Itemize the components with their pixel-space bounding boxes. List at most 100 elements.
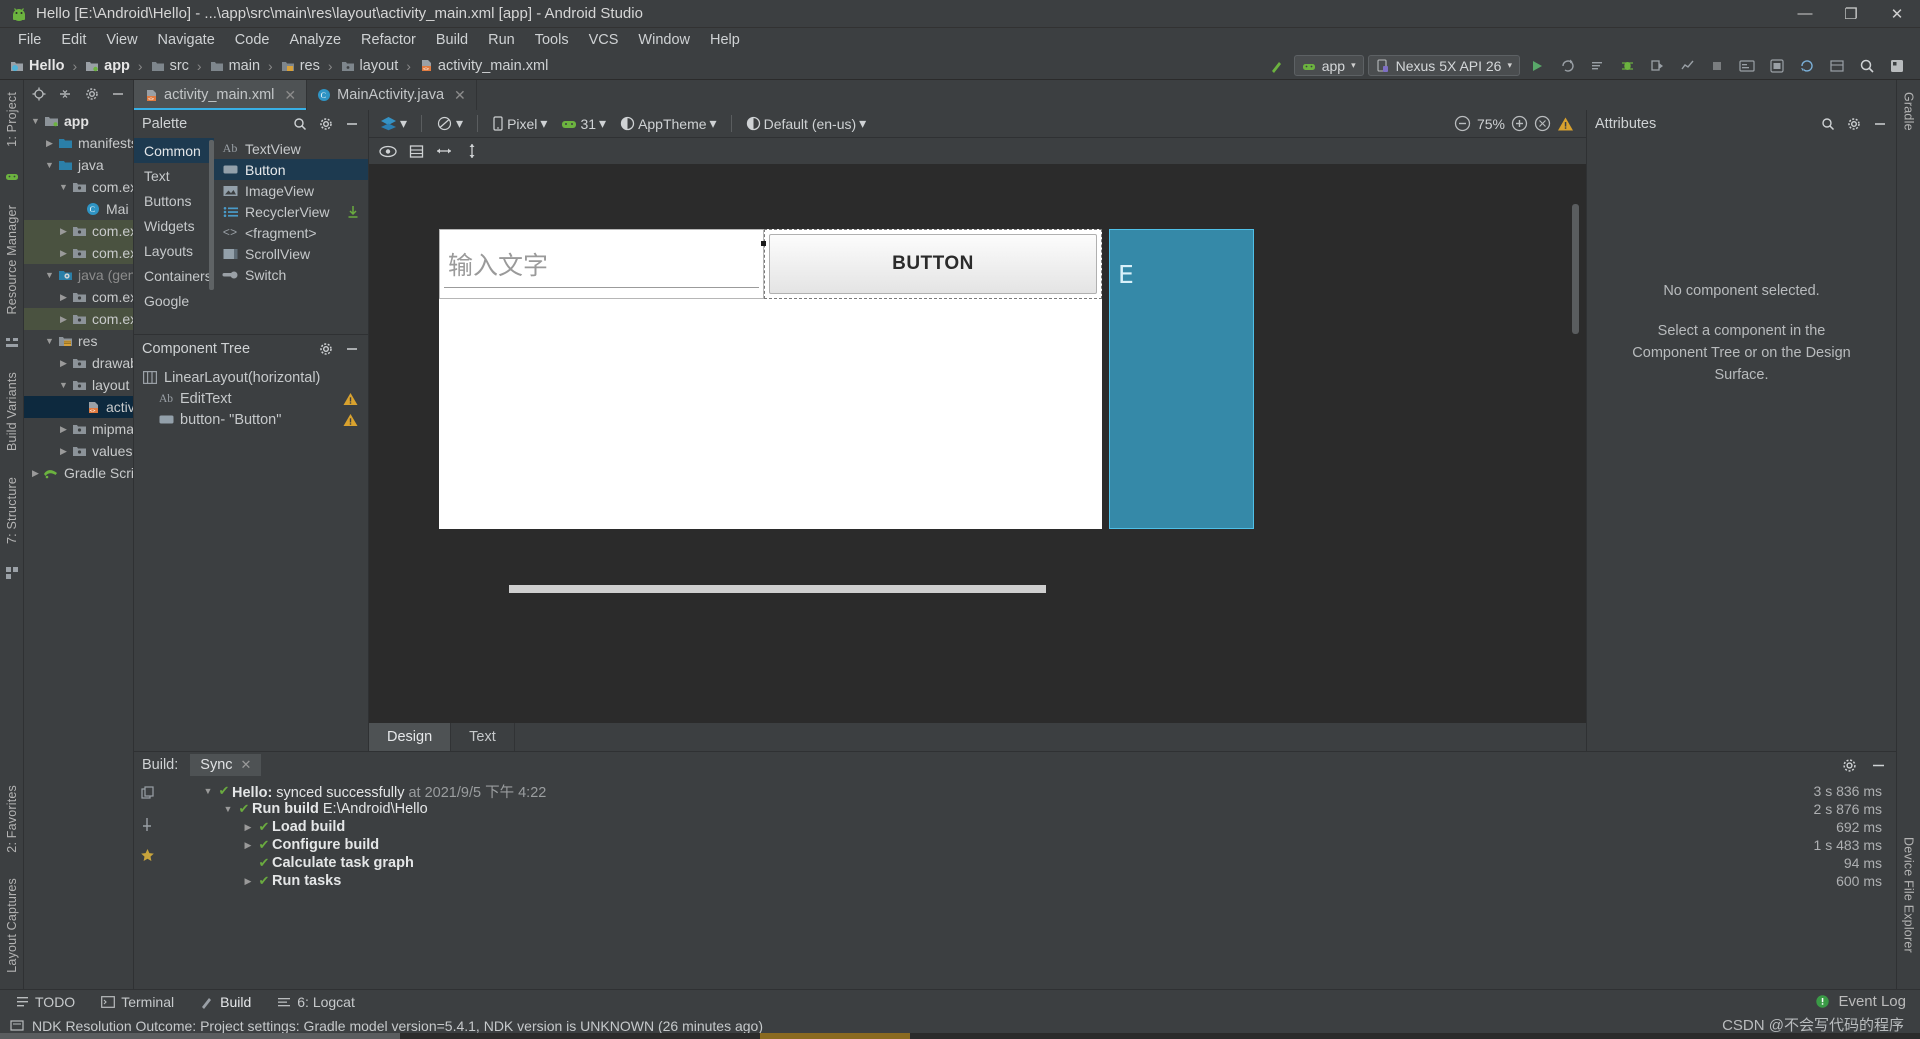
- bottom-scrollbar[interactable]: [0, 1033, 1920, 1039]
- search-icon[interactable]: [292, 116, 308, 132]
- palette-item-imageview[interactable]: ImageView: [214, 180, 368, 201]
- component-tree-node[interactable]: Ab EditText: [134, 388, 368, 409]
- preview-horizontal-scrollbar[interactable]: [509, 585, 1046, 593]
- twisty-collapsed-icon[interactable]: ▶: [28, 468, 43, 479]
- star-icon[interactable]: [140, 848, 155, 863]
- project-tree-row[interactable]: ▶ manifests: [24, 132, 133, 154]
- menu-build[interactable]: Build: [426, 30, 478, 50]
- selection-handle[interactable]: [761, 241, 766, 246]
- tab-design[interactable]: Design: [369, 723, 452, 751]
- breadcrumb-activity-main-xml[interactable]: <> activity_main.xml: [415, 57, 552, 75]
- build-output-row[interactable]: ▶ ✔ Load build 692 ms: [160, 818, 1896, 836]
- palette-category-google[interactable]: Google: [134, 288, 214, 313]
- build-output-row[interactable]: ▶ ✔ Run tasks 600 ms: [160, 872, 1896, 890]
- api-level-selector[interactable]: 31 ▾: [556, 114, 611, 133]
- twisty-collapsed-icon[interactable]: ▶: [56, 424, 71, 435]
- project-tree-row[interactable]: C Mai: [24, 198, 133, 220]
- preview-edittext[interactable]: 输入文字: [439, 229, 764, 299]
- breadcrumb-app[interactable]: app: [81, 57, 134, 75]
- project-tree-row[interactable]: ▶ com.ex: [24, 286, 133, 308]
- run-icon[interactable]: [1524, 54, 1550, 78]
- tab-text[interactable]: Text: [451, 723, 515, 751]
- project-tree[interactable]: ▼ app ▶ manifests ▼ java ▼ com.ex C Mai ▶ com.ex ▶ co…: [24, 108, 133, 989]
- palette-category-common[interactable]: Common: [134, 138, 214, 163]
- palette-item-scrollview[interactable]: ScrollView: [214, 243, 368, 264]
- settings-icon[interactable]: [318, 116, 334, 132]
- locate-icon[interactable]: [32, 86, 46, 102]
- palette-category-text[interactable]: Text: [134, 163, 214, 188]
- project-tree-row[interactable]: ▼ com.ex: [24, 176, 133, 198]
- device-preview[interactable]: 输入文字 BUTTON: [439, 229, 1102, 593]
- twisty-collapsed-icon[interactable]: ▶: [56, 446, 71, 457]
- blueprint-icon[interactable]: [407, 142, 425, 160]
- menu-edit[interactable]: Edit: [51, 30, 96, 50]
- event-log-label[interactable]: Event Log: [1838, 993, 1906, 1010]
- palette-items[interactable]: Ab TextView Button ImageView RecyclerView <> <…: [214, 138, 368, 334]
- build-sync-tab[interactable]: Sync ✕: [190, 754, 262, 776]
- component-tree-node[interactable]: button- "Button": [134, 409, 368, 430]
- project-tree-row[interactable]: ▼ java: [24, 154, 133, 176]
- breadcrumb-src[interactable]: src: [147, 57, 193, 75]
- twisty-collapsed-icon[interactable]: ▶: [42, 138, 57, 149]
- twisty-expanded-icon[interactable]: ▼: [42, 336, 57, 346]
- canvas-vertical-scrollbar[interactable]: [1572, 204, 1579, 334]
- apply-code-changes-icon[interactable]: [1584, 54, 1610, 78]
- project-tree-row[interactable]: ▼ layout: [24, 374, 133, 396]
- sidebar-item-layout-captures[interactable]: Layout Captures: [3, 872, 21, 979]
- twisty-collapsed-icon[interactable]: ▶: [56, 248, 71, 259]
- twisty-collapsed-icon[interactable]: ▶: [56, 292, 71, 303]
- palette-category-containers[interactable]: Containers: [134, 263, 214, 288]
- sidebar-item-favorites[interactable]: 2: Favorites: [3, 779, 21, 859]
- sdk-manager-icon[interactable]: [1734, 54, 1760, 78]
- project-tree-row[interactable]: ▶ com.ex: [24, 242, 133, 264]
- hide-icon[interactable]: [111, 86, 125, 102]
- menu-refactor[interactable]: Refactor: [351, 30, 426, 50]
- menu-view[interactable]: View: [96, 30, 147, 50]
- component-tree[interactable]: LinearLayout(horizontal) Ab EditText button…: [134, 363, 368, 751]
- twisty-expanded-icon[interactable]: ▼: [56, 182, 71, 192]
- theme-selector[interactable]: AppTheme ▾: [615, 114, 722, 133]
- settings-icon[interactable]: [85, 86, 99, 102]
- zoom-in-icon[interactable]: [1511, 115, 1528, 132]
- settings-icon[interactable]: [1884, 54, 1910, 78]
- palette-scrollbar[interactable]: [209, 140, 214, 290]
- sidebar-item-project[interactable]: 1: Project: [3, 86, 21, 153]
- twisty-expanded-icon[interactable]: ▼: [42, 160, 57, 170]
- breadcrumb-layout[interactable]: layout: [337, 57, 403, 75]
- palette-categories[interactable]: Common Text Buttons Widgets Layouts Container…: [134, 138, 214, 334]
- hide-icon[interactable]: [344, 116, 360, 132]
- sidebar-item-resource-manager[interactable]: Resource Manager: [3, 199, 21, 321]
- palette-item-fragment[interactable]: <> <fragment>: [214, 222, 368, 243]
- palette-category-widgets[interactable]: Widgets: [134, 213, 214, 238]
- warning-triangle-icon[interactable]: [1557, 116, 1574, 132]
- close-icon[interactable]: ✕: [241, 757, 252, 773]
- status-tab-terminal[interactable]: Terminal: [93, 994, 182, 1010]
- zoom-fit-icon[interactable]: [1534, 115, 1551, 132]
- minimize-button[interactable]: —: [1782, 0, 1828, 28]
- project-tree-row[interactable]: ▼ app: [24, 110, 133, 132]
- build-hammer-icon[interactable]: [1264, 54, 1290, 78]
- project-tree-row[interactable]: ▶ values: [24, 440, 133, 462]
- project-tree-row[interactable]: ▶ drawab: [24, 352, 133, 374]
- collapse-all-icon[interactable]: [58, 86, 72, 102]
- hide-icon[interactable]: [1872, 116, 1888, 132]
- locale-selector[interactable]: Default (en-us) ▾: [741, 114, 872, 133]
- palette-item-recyclerview[interactable]: RecyclerView: [214, 201, 368, 222]
- twisty-expanded-icon[interactable]: ▼: [28, 116, 43, 126]
- palette-item-button[interactable]: Button: [214, 159, 368, 180]
- zoom-out-icon[interactable]: [1454, 115, 1471, 132]
- close-icon[interactable]: ✕: [284, 87, 296, 104]
- match-width-icon[interactable]: [435, 142, 453, 160]
- twisty-collapsed-icon[interactable]: ▶: [240, 840, 256, 851]
- settings-icon[interactable]: [1842, 758, 1857, 773]
- twisty-collapsed-icon[interactable]: ▶: [240, 822, 256, 833]
- menu-file[interactable]: File: [8, 30, 51, 50]
- maximize-button[interactable]: ❐: [1828, 0, 1874, 28]
- hide-icon[interactable]: [344, 341, 360, 357]
- project-tree-row[interactable]: ▼ java (gene: [24, 264, 133, 286]
- project-tree-row[interactable]: ▶ Gradle Scripts: [24, 462, 133, 484]
- attach-debugger-icon[interactable]: [1644, 54, 1670, 78]
- sidebar-item-build-variants[interactable]: Build Variants: [3, 366, 21, 457]
- menu-analyze[interactable]: Analyze: [279, 30, 351, 50]
- menu-vcs[interactable]: VCS: [579, 30, 629, 50]
